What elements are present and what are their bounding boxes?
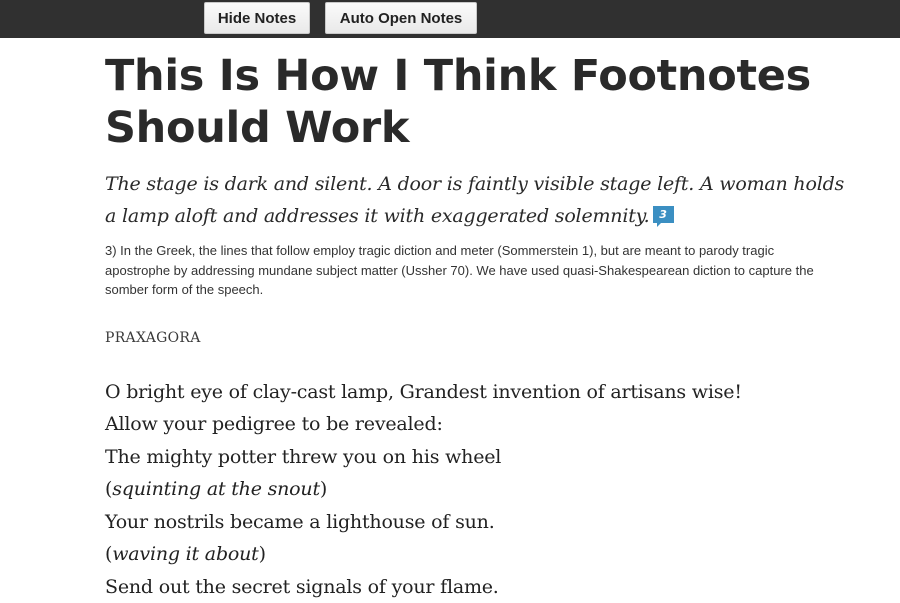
verse-line: Send out the secret signals of your flam… <box>105 571 845 603</box>
verse-line: Allow your pedigree to be revealed: <box>105 408 845 441</box>
top-toolbar: Hide Notes Auto Open Notes <box>0 0 900 38</box>
stage-direction-text: waving it about <box>112 543 258 565</box>
verse-line: O bright eye of clay-cast lamp, Grandest… <box>105 376 845 409</box>
speaker-name: PRAXAGORA <box>105 330 845 346</box>
page-title: This Is How I Think Footnotes Should Wor… <box>105 50 845 154</box>
stage-direction-text: squinting at the snout <box>112 478 320 500</box>
verse-line: Your nostrils became a lighthouse of sun… <box>105 506 845 539</box>
stage-direction: (squinting at the snout) <box>105 473 845 506</box>
stage-direction: (waving it about) <box>105 538 845 571</box>
auto-open-notes-button[interactable]: Auto Open Notes <box>325 2 477 34</box>
verse-block: O bright eye of clay-cast lamp, Grandest… <box>105 376 845 603</box>
hide-notes-button[interactable]: Hide Notes <box>204 2 310 34</box>
verse-line: The mighty potter threw you on his wheel <box>105 441 845 474</box>
article-content: This Is How I Think Footnotes Should Wor… <box>105 50 845 603</box>
intro-paragraph: The stage is dark and silent. A door is … <box>105 168 845 232</box>
footnote-marker[interactable]: 3 <box>653 206 674 223</box>
footnote-text: 3) In the Greek, the lines that follow e… <box>105 241 840 300</box>
intro-text: The stage is dark and silent. A door is … <box>105 173 844 227</box>
